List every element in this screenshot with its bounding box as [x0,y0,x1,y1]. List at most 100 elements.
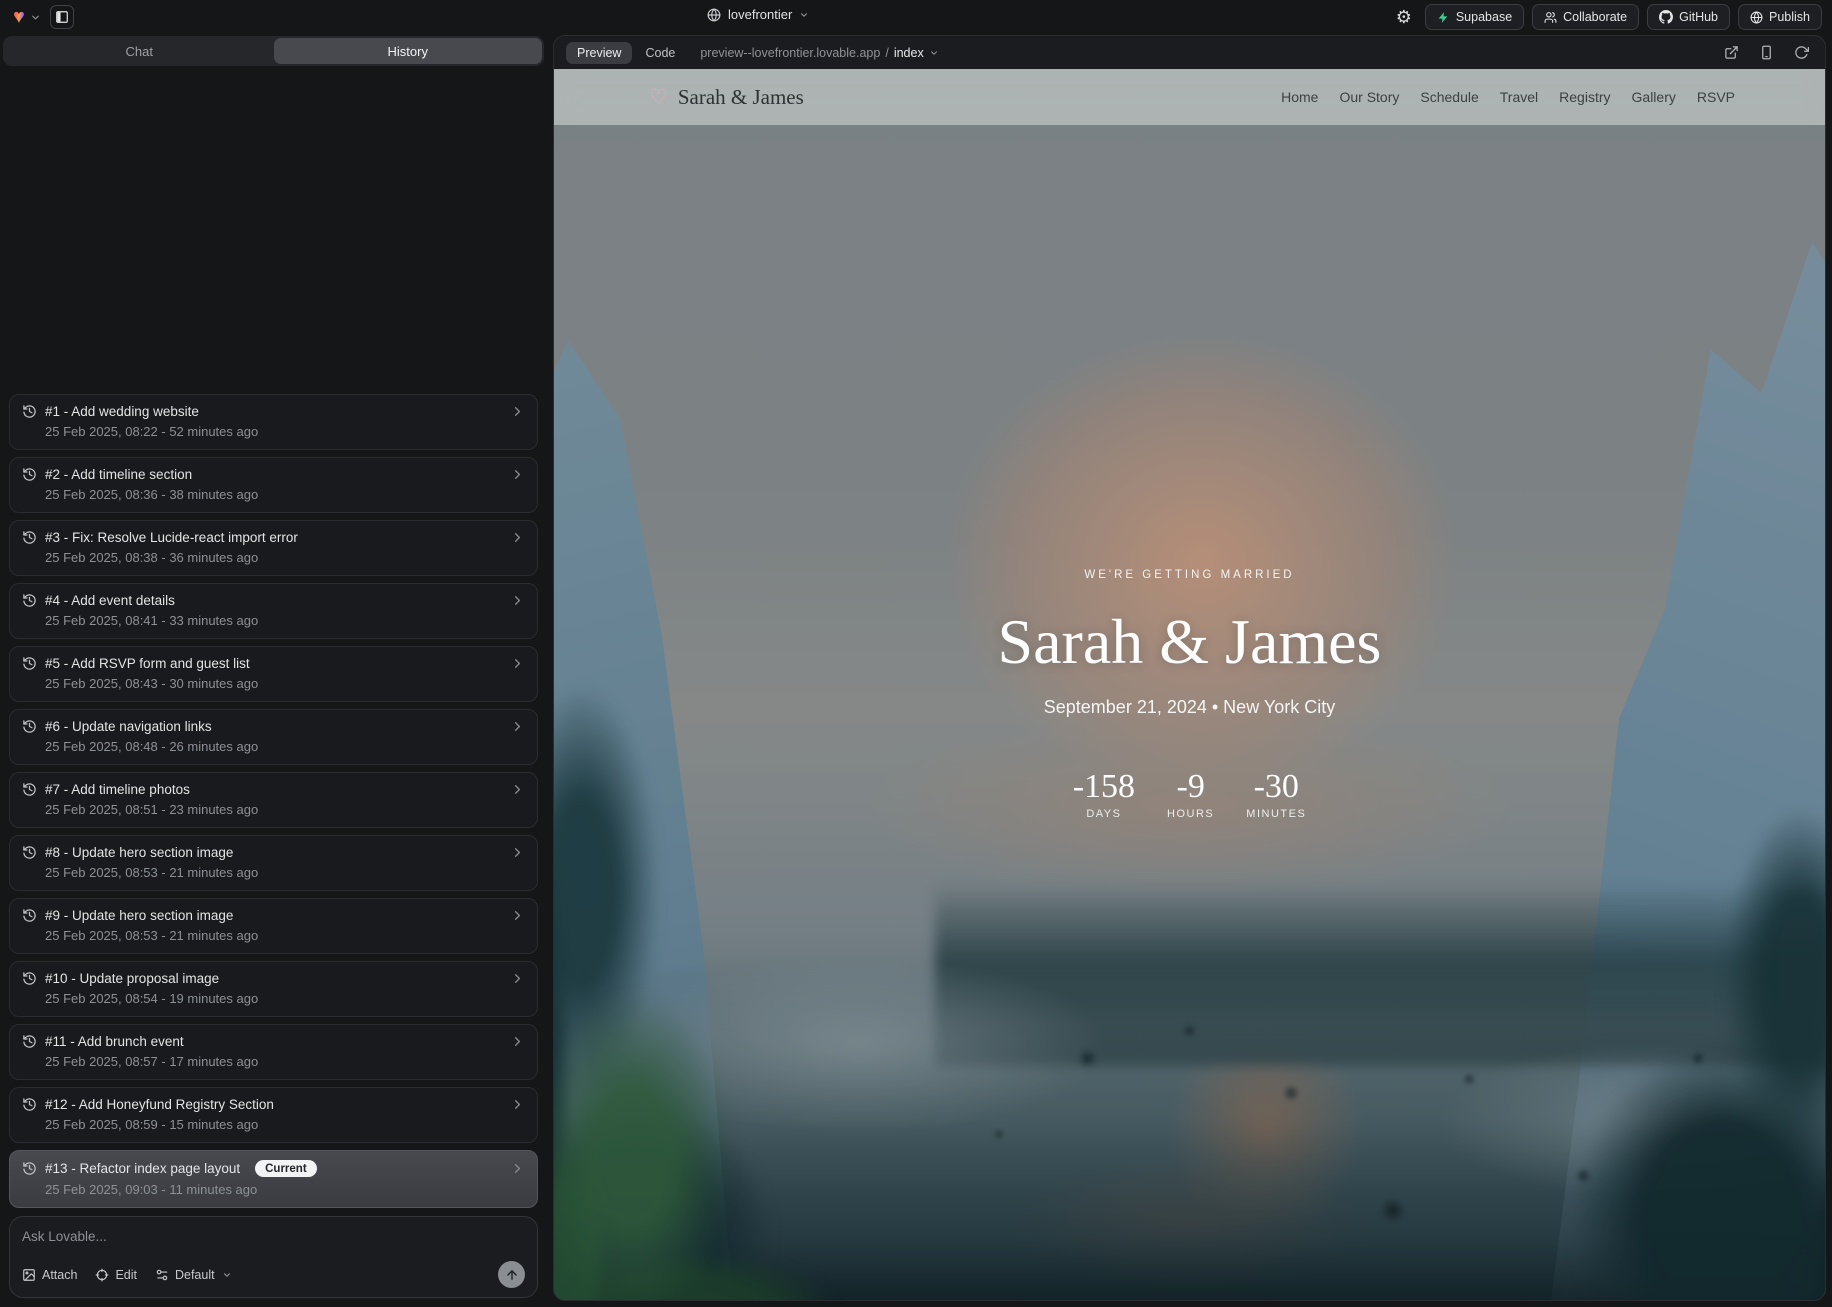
mode-label: Default [175,1268,215,1282]
history-item-title: #13 - Refactor index page layout [45,1161,240,1176]
tab-history[interactable]: History [274,38,543,64]
countdown: -158 DAYS -9 HOURS -30 MINUTES [1073,770,1307,820]
chevron-right-icon[interactable] [510,1034,525,1049]
history-item[interactable]: #9 - Update hero section image 25 Feb 20… [9,898,538,954]
hero-title: Sarah & James [998,607,1382,677]
panel-left-icon [55,10,69,24]
history-item-timestamp: 25 Feb 2025, 08:22 - 52 minutes ago [45,424,525,439]
preview-url[interactable]: preview--lovefrontier.lovable.app / inde… [700,46,938,60]
history-item-timestamp: 25 Feb 2025, 08:48 - 26 minutes ago [45,739,525,754]
composer: Ask Lovable... Attach Edit Default [9,1216,538,1298]
url-page: index [894,46,924,60]
history-item[interactable]: #10 - Update proposal image 25 Feb 2025,… [9,961,538,1017]
history-item-title: #6 - Update navigation links [45,719,212,734]
history-item[interactable]: #3 - Fix: Resolve Lucide-react import er… [9,520,538,576]
site-preview: ♡ Sarah & James Home Our Story Schedule Tra… [554,69,1825,1300]
nav-link[interactable]: Our Story [1339,89,1399,105]
publish-label: Publish [1769,10,1810,24]
chevron-down-icon [929,48,939,58]
chat-history-tabs: Chat History [3,36,544,66]
history-item[interactable]: #11 - Add brunch event 25 Feb 2025, 08:5… [9,1024,538,1080]
history-clock-icon [22,971,37,986]
sidebar-toggle-button[interactable] [50,5,74,29]
history-item-timestamp: 25 Feb 2025, 08:53 - 21 minutes ago [45,928,525,943]
countdown-value: -30 [1246,770,1306,804]
history-item[interactable]: #6 - Update navigation links 25 Feb 2025… [9,709,538,765]
history-item[interactable]: #2 - Add timeline section 25 Feb 2025, 0… [9,457,538,513]
nav-link[interactable]: Schedule [1420,89,1478,105]
chevron-right-icon[interactable] [510,1097,525,1112]
chevron-right-icon[interactable] [510,656,525,671]
chevron-right-icon[interactable] [510,404,525,419]
github-button[interactable]: GitHub [1647,4,1730,30]
settings-gear-icon[interactable]: ⚙ [1396,8,1412,26]
countdown-value: -9 [1167,770,1214,804]
nav-link[interactable]: Home [1281,89,1318,105]
chevron-down-icon [799,10,809,20]
history-item-title: #11 - Add brunch event [45,1034,184,1049]
countdown-column: -30 MINUTES [1246,770,1306,820]
chevron-right-icon[interactable] [510,782,525,797]
lovable-logo-menu[interactable]: ♥ [13,6,41,28]
chevron-right-icon[interactable] [510,971,525,986]
site-header: ♡ Sarah & James Home Our Story Schedule Tra… [554,69,1825,125]
send-button[interactable] [498,1261,525,1288]
project-selector[interactable]: lovefrontier [707,7,809,22]
history-item[interactable]: #7 - Add timeline photos 25 Feb 2025, 08… [9,772,538,828]
edit-select-button[interactable]: Edit [95,1268,137,1282]
history-item[interactable]: #4 - Add event details 25 Feb 2025, 08:4… [9,583,538,639]
site-brand-name: Sarah & James [678,85,804,110]
history-item-timestamp: 25 Feb 2025, 08:36 - 38 minutes ago [45,487,525,502]
attach-button[interactable]: Attach [22,1268,77,1282]
tab-preview[interactable]: Preview [566,42,632,64]
history-item[interactable]: #8 - Update hero section image 25 Feb 20… [9,835,538,891]
nav-link[interactable]: RSVP [1697,89,1735,105]
countdown-label: MINUTES [1246,808,1306,820]
nav-link[interactable]: Gallery [1632,89,1676,105]
mobile-view-icon[interactable] [1759,45,1774,60]
history-item-title: #9 - Update hero section image [45,908,233,923]
site-brand[interactable]: ♡ Sarah & James [649,85,804,110]
project-name: lovefrontier [728,7,792,22]
arrow-up-icon [505,1268,519,1282]
current-badge: Current [255,1160,317,1177]
countdown-column: -9 HOURS [1167,770,1214,820]
publish-button[interactable]: Publish [1738,4,1822,30]
chevron-right-icon[interactable] [510,845,525,860]
collaborate-button[interactable]: Collaborate [1532,4,1639,30]
chevron-right-icon[interactable] [510,1161,525,1176]
chevron-right-icon[interactable] [510,593,525,608]
url-divider: / [885,46,888,60]
supabase-button[interactable]: Supabase [1425,4,1524,30]
supabase-bolt-icon [1437,11,1450,24]
history-item-title: #10 - Update proposal image [45,971,219,986]
history-item-timestamp: 25 Feb 2025, 08:51 - 23 minutes ago [45,802,525,817]
hero-section: WE'RE GETTING MARRIED Sarah & James Sept… [554,69,1825,1300]
app-root: { "topbar": { "project_name": "lovefront… [0,0,1832,1307]
open-in-new-tab-icon[interactable] [1724,45,1739,60]
history-item[interactable]: #13 - Refactor index page layout Current… [9,1150,538,1208]
history-item-timestamp: 25 Feb 2025, 08:57 - 17 minutes ago [45,1054,525,1069]
chevron-right-icon[interactable] [510,719,525,734]
chevron-right-icon[interactable] [510,530,525,545]
nav-link[interactable]: Travel [1500,89,1538,105]
topbar: ♥ lovefrontier ⚙ Supabase Collaborate Gi… [0,0,1832,34]
history-item-title: #4 - Add event details [45,593,175,608]
history-item-timestamp: 25 Feb 2025, 08:41 - 33 minutes ago [45,613,525,628]
tab-chat[interactable]: Chat [5,38,274,64]
history-item[interactable]: #12 - Add Honeyfund Registry Section 25 … [9,1087,538,1143]
chevron-right-icon[interactable] [510,467,525,482]
chevron-right-icon[interactable] [510,908,525,923]
history-item[interactable]: #5 - Add RSVP form and guest list 25 Feb… [9,646,538,702]
mode-selector[interactable]: Default [155,1268,232,1282]
history-clock-icon [22,908,37,923]
nav-link[interactable]: Registry [1559,89,1610,105]
history-item-timestamp: 25 Feb 2025, 08:53 - 21 minutes ago [45,865,525,880]
history-item[interactable]: #1 - Add wedding website 25 Feb 2025, 08… [9,394,538,450]
history-item-title: #8 - Update hero section image [45,845,233,860]
refresh-icon[interactable] [1794,45,1809,60]
history-clock-icon [22,1097,37,1112]
history-item-timestamp: 25 Feb 2025, 09:03 - 11 minutes ago [45,1182,525,1197]
composer-input[interactable]: Ask Lovable... [22,1229,525,1244]
tab-code[interactable]: Code [636,42,684,64]
